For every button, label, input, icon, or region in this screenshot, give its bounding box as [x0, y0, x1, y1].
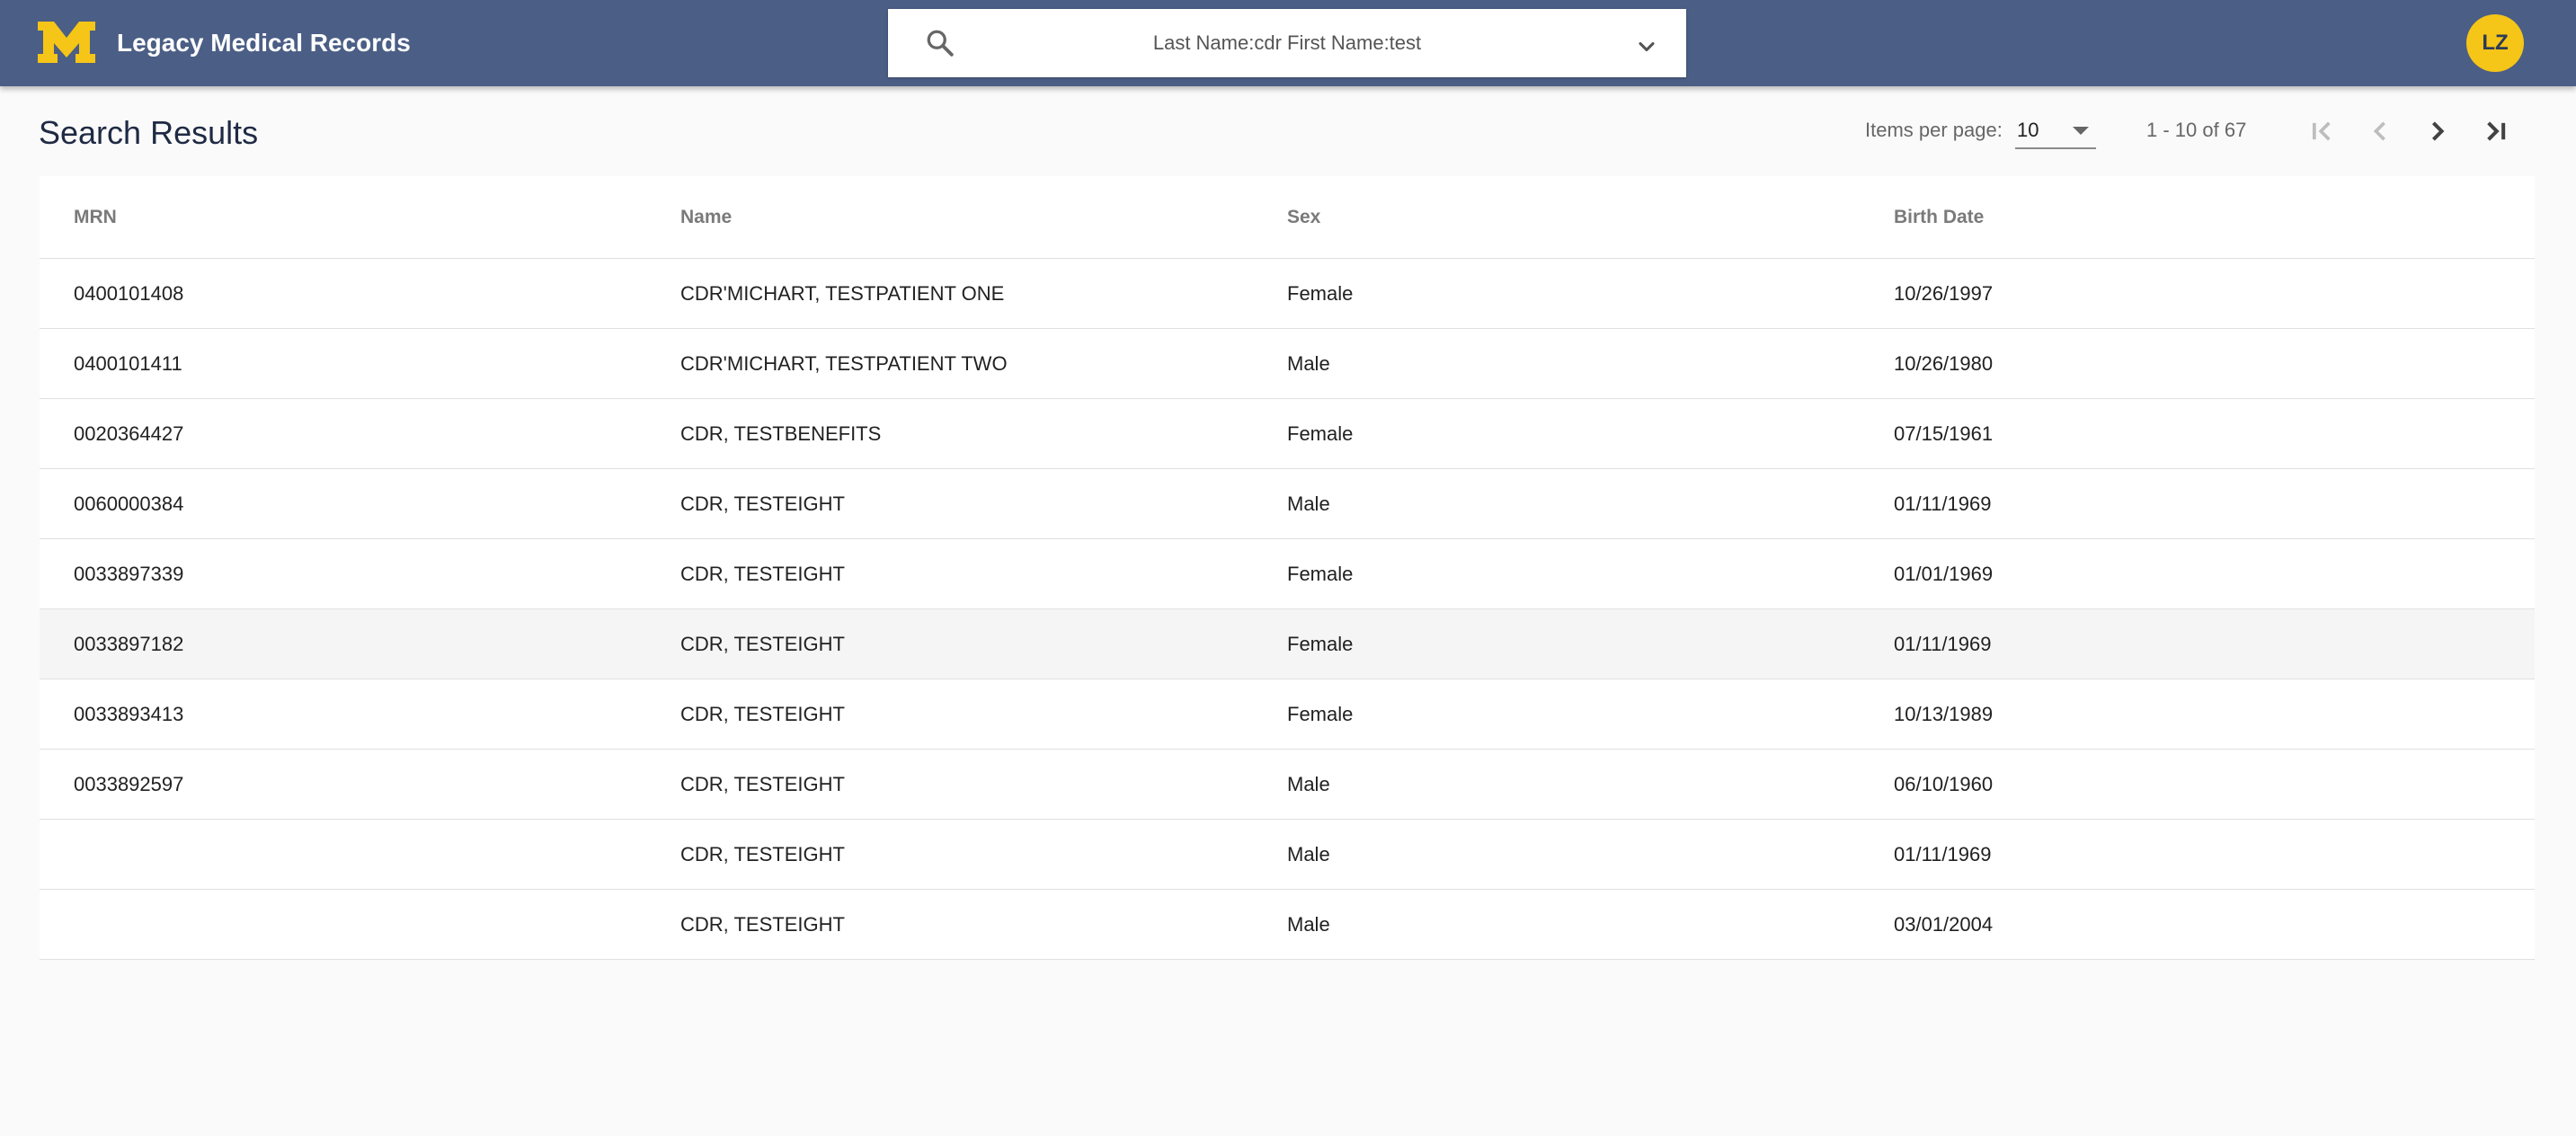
column-header-mrn[interactable]: MRN [74, 176, 117, 259]
cell-mrn: 0400101408 [74, 282, 184, 305]
previous-page-button[interactable] [2360, 111, 2400, 151]
column-header-sex[interactable]: Sex [1287, 176, 1320, 259]
university-logo[interactable] [36, 20, 97, 65]
cell-mrn: 0020364427 [74, 422, 184, 445]
cell-mrn: 0033897339 [74, 563, 184, 585]
cell-sex: Male [1287, 352, 1330, 375]
cell-birth-date: 03/01/2004 [1894, 913, 1994, 936]
cell-sex: Male [1287, 493, 1330, 515]
table-row[interactable]: 0020364427 CDR, TESTBENEFITS Female 07/1… [40, 399, 2535, 469]
next-page-icon[interactable] [2418, 111, 2457, 151]
cell-name: CDR'MICHART, TESTPATIENT TWO [680, 352, 1008, 375]
app-header: Legacy Medical Records Last Name:cdr Fir… [0, 0, 2576, 86]
cell-birth-date: 10/13/1989 [1894, 703, 1994, 725]
results-table: MRN Name Sex Birth Date 0400101408 CDR'M… [40, 176, 2535, 960]
cell-birth-date: 01/11/1969 [1894, 633, 1992, 655]
cell-mrn: 0060000384 [74, 493, 184, 515]
last-page-button[interactable] [2475, 111, 2515, 151]
search-query-text[interactable]: Last Name:cdr First Name:test [987, 9, 1587, 77]
cell-birth-date: 01/01/1969 [1894, 563, 1994, 585]
cell-birth-date: 10/26/1997 [1894, 282, 1994, 305]
cell-sex: Female [1287, 422, 1354, 445]
table-header-row: MRN Name Sex Birth Date [40, 176, 2535, 259]
cell-mrn: 0400101411 [74, 352, 182, 375]
cell-sex: Male [1287, 913, 1330, 936]
cell-sex: Female [1287, 633, 1354, 655]
cell-sex: Female [1287, 282, 1354, 305]
table-row[interactable]: 0400101408 CDR'MICHART, TESTPATIENT ONE … [40, 259, 2535, 329]
items-per-page-label: Items per page: [1865, 119, 2003, 141]
cell-mrn: 0033892597 [74, 773, 184, 795]
cell-name: CDR, TESTEIGHT [680, 633, 845, 655]
chevron-down-icon[interactable] [1634, 34, 1659, 59]
table-row[interactable]: 0033897182 CDR, TESTEIGHT Female 01/11/1… [40, 609, 2535, 679]
first-page-button[interactable] [2303, 111, 2342, 151]
cell-birth-date: 01/11/1969 [1894, 843, 1992, 865]
search-field[interactable]: Last Name:cdr First Name:test [888, 9, 1686, 77]
cell-sex: Female [1287, 703, 1354, 725]
table-row[interactable]: 0033897339 CDR, TESTEIGHT Female 01/01/1… [40, 539, 2535, 609]
cell-name: CDR, TESTEIGHT [680, 913, 845, 936]
cell-name: CDR, TESTEIGHT [680, 843, 845, 865]
table-row[interactable]: CDR, TESTEIGHT Male 03/01/2004 [40, 890, 2535, 960]
column-header-name[interactable]: Name [680, 176, 732, 259]
cell-birth-date: 10/26/1980 [1894, 352, 1994, 375]
cell-name: CDR, TESTEIGHT [680, 773, 845, 795]
page-range-label: 1 - 10 of 67 [2146, 119, 2247, 141]
cell-mrn: 0033897182 [74, 633, 184, 655]
cell-birth-date: 07/15/1961 [1894, 422, 1994, 445]
cell-name: CDR, TESTBENEFITS [680, 422, 882, 445]
table-row[interactable]: 0400101411 CDR'MICHART, TESTPATIENT TWO … [40, 329, 2535, 399]
cell-sex: Male [1287, 773, 1330, 795]
column-header-birth-date[interactable]: Birth Date [1894, 176, 1984, 259]
table-row[interactable]: 0060000384 CDR, TESTEIGHT Male 01/11/196… [40, 469, 2535, 539]
table-row[interactable]: CDR, TESTEIGHT Male 01/11/1969 [40, 820, 2535, 890]
user-avatar[interactable]: LZ [2466, 14, 2524, 72]
last-page-icon[interactable] [2475, 111, 2515, 151]
cell-sex: Male [1287, 843, 1330, 865]
items-per-page-select[interactable]: 10 [2015, 113, 2096, 149]
previous-page-icon[interactable] [2360, 111, 2400, 151]
cell-name: CDR, TESTEIGHT [680, 493, 845, 515]
cell-name: CDR'MICHART, TESTPATIENT ONE [680, 282, 1005, 305]
cell-sex: Female [1287, 563, 1354, 585]
items-per-page-value[interactable]: 10 [2017, 117, 2039, 144]
table-row[interactable]: 0033892597 CDR, TESTEIGHT Male 06/10/196… [40, 750, 2535, 820]
page-title: Search Results [39, 114, 259, 151]
dropdown-arrow-icon[interactable] [2073, 127, 2089, 135]
next-page-button[interactable] [2418, 111, 2457, 151]
app-title: Legacy Medical Records [117, 29, 411, 57]
table-row[interactable]: 0033893413 CDR, TESTEIGHT Female 10/13/1… [40, 679, 2535, 750]
cell-mrn: 0033893413 [74, 703, 184, 725]
first-page-icon[interactable] [2303, 111, 2342, 151]
cell-name: CDR, TESTEIGHT [680, 703, 845, 725]
cell-name: CDR, TESTEIGHT [680, 563, 845, 585]
cell-birth-date: 06/10/1960 [1894, 773, 1994, 795]
cell-birth-date: 01/11/1969 [1894, 493, 1992, 515]
search-icon[interactable] [924, 27, 956, 59]
